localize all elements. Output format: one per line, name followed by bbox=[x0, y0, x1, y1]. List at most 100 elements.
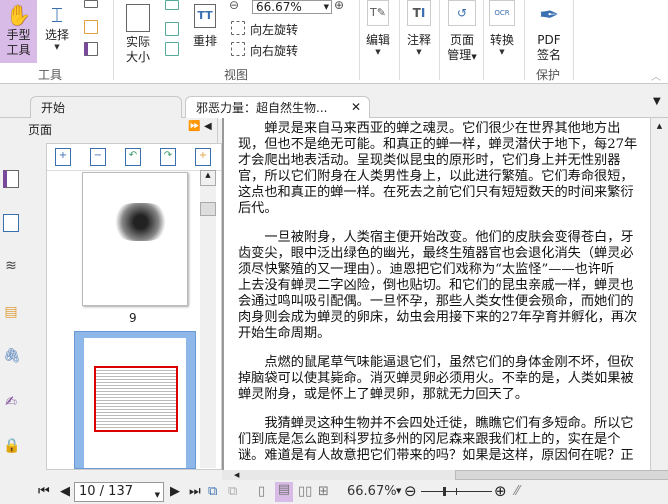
layers-icon[interactable]: ≋ bbox=[3, 258, 19, 276]
facing-pages-icon[interactable]: ▯▯ bbox=[298, 484, 312, 499]
tab-document[interactable]: 邪恶力量：超自然生物... ✕ bbox=[185, 96, 370, 119]
page-number-input[interactable]: 10 / 137 ▼ bbox=[74, 482, 164, 502]
convert-button[interactable]: OCR 转换 ▼ bbox=[488, 0, 516, 56]
insert-page-icon[interactable]: + bbox=[195, 148, 211, 166]
zoom-slider-thumb[interactable] bbox=[443, 487, 446, 496]
document-view[interactable]: 蝉灵是来自马来西亚的蝉之魂灵。它们很少在世界其他地方出 现，但也不是绝无可能。和真… bbox=[222, 118, 650, 470]
snapshot-icon[interactable] bbox=[84, 0, 98, 8]
text-line: 官，所以它们附身在人类男性身上，以此进行繁殖。它们寿命很短， bbox=[238, 169, 634, 184]
text-line: 们到底是怎么跑到科罗拉多州的冈尼森来跟我们杠上的，实在是个 bbox=[238, 432, 621, 447]
close-icon[interactable]: ✕ bbox=[351, 100, 361, 114]
zoom-in-button[interactable]: ⊕ bbox=[494, 482, 507, 500]
zoom-input[interactable]: 66.67% ▼ bbox=[252, 0, 332, 14]
rotate-page-left-icon[interactable]: ↶ bbox=[125, 148, 141, 166]
document-paragraph: 蝉灵是来自马来西亚的蝉之魂灵。它们很少在世界其他地方出 现，但也不是绝无可能。和真… bbox=[238, 121, 648, 217]
security-lock-icon[interactable]: 🔒 bbox=[3, 438, 20, 456]
page-management-label: 页面 bbox=[449, 33, 474, 47]
resize-grip-icon[interactable]: ⁄⁄ bbox=[515, 484, 519, 499]
attachments-icon[interactable]: 🖇 bbox=[3, 348, 21, 366]
page-rotate-icon: ↺ bbox=[448, 0, 476, 26]
pdf-sign-label: PDF bbox=[537, 33, 561, 47]
pages-icon[interactable] bbox=[3, 214, 19, 232]
signatures-icon[interactable]: ✍ bbox=[3, 394, 19, 412]
clipboard-icon[interactable] bbox=[84, 20, 98, 34]
pen-signature-icon: ✒ bbox=[538, 1, 560, 29]
first-page-icon[interactable]: ⏮ bbox=[38, 484, 50, 499]
edit-button[interactable]: T✎ 编辑 ▼ bbox=[364, 0, 392, 56]
page-management-button[interactable]: ↺ 页面 管理▼ bbox=[444, 0, 480, 65]
continuous-page-icon[interactable]: ▤ bbox=[275, 482, 293, 502]
page-thumbnail-9[interactable] bbox=[82, 172, 188, 306]
text-line: 须尽快繁殖的又一理由）。迪恩把它们戏称为“太监怪”——也许听 bbox=[238, 262, 615, 277]
zoom-out-button[interactable]: ⊖ bbox=[404, 482, 417, 500]
page-thumbnail-10-selected[interactable] bbox=[74, 331, 196, 469]
chevron-down-icon: ▼ bbox=[154, 491, 160, 499]
tab-list-dropdown-icon[interactable]: ▼ bbox=[653, 96, 661, 107]
document-paragraph: 一旦被附身，人类宿主便开始改变。他们的皮肤会变得苍白，牙 齿变尖，眼中泛出绿色的幽… bbox=[238, 230, 648, 342]
reflow-button[interactable]: TT 重排 bbox=[190, 4, 220, 49]
last-page-icon[interactable]: ⏭ bbox=[189, 484, 201, 499]
fit-page-icon[interactable] bbox=[165, 22, 179, 36]
text-line: 谜。难道是有人故意把它们带来的吗？如果是这样，原因何在呢？正 bbox=[238, 448, 634, 463]
convert-label: 转换 bbox=[489, 33, 514, 47]
rotate-page-right-icon[interactable]: ↷ bbox=[160, 148, 176, 166]
horizontal-scroll-thumb[interactable] bbox=[455, 470, 668, 480]
select-button[interactable]: ⌶ 选择 ▼ bbox=[42, 4, 72, 51]
vertical-scrollbar[interactable]: ▲ bbox=[650, 118, 668, 470]
actual-size-button[interactable]: 实际 大小 bbox=[120, 4, 156, 65]
chevron-down-icon: ▼ bbox=[416, 48, 422, 56]
reduce-thumbnail-icon[interactable]: − bbox=[90, 148, 106, 166]
scroll-left-icon[interactable]: ◀ bbox=[234, 471, 240, 479]
text-line: 上去没有蝉灵二字凶险，倒也贴切。和它们的昆虫亲戚一样，蝉灵也 bbox=[238, 278, 634, 293]
expand-panel-icon[interactable]: ⏩ bbox=[188, 121, 200, 132]
zoom-in-icon[interactable]: ⊕ bbox=[334, 0, 344, 12]
actual-size-label-2: 大小 bbox=[125, 50, 150, 64]
continuous-facing-icon[interactable]: ⊞ bbox=[318, 484, 329, 499]
zoom-dropdown-icon[interactable]: ▼ bbox=[396, 487, 401, 495]
next-page-icon[interactable]: ▶ bbox=[170, 484, 180, 499]
chevron-down-icon: ▼ bbox=[54, 43, 60, 51]
rotate-left-button[interactable]: 向左旋转 bbox=[250, 21, 298, 38]
scroll-thumb[interactable] bbox=[200, 202, 216, 216]
text-comment-icon: TI bbox=[407, 0, 431, 26]
horizontal-scrollbar[interactable]: ◀ bbox=[222, 470, 668, 480]
zoom-out-icon[interactable]: ⊖ bbox=[229, 0, 239, 12]
next-view-icon[interactable]: ⧉ bbox=[228, 484, 237, 499]
thumbnail-area: + − ↶ ↷ + 9 bbox=[46, 143, 222, 470]
bookmark-page-icon[interactable] bbox=[84, 42, 98, 56]
text-line: 肉身则会成为蝉灵的卵床，幼虫会用接下来的27年孕育并孵化，再次 bbox=[238, 310, 638, 325]
fit-visible-icon[interactable] bbox=[165, 42, 179, 56]
bookmarks-icon[interactable] bbox=[3, 170, 19, 188]
previous-page-icon[interactable]: ◀ bbox=[60, 484, 70, 499]
document-paragraph: 点燃的鼠尾草气味能逼退它们，虽然它们的身体金刚不坏，但砍 掉脑袋可以使其毙命。消灭… bbox=[238, 355, 648, 403]
scroll-up-icon[interactable]: ▲ bbox=[651, 118, 668, 134]
scroll-up-icon[interactable]: ▲ bbox=[200, 170, 216, 186]
comments-icon[interactable]: ▤ bbox=[3, 304, 19, 322]
pdf-sign-button[interactable]: ✒ PDF 签名 bbox=[532, 0, 566, 63]
rotate-right-button[interactable]: 向右旋转 bbox=[250, 42, 298, 59]
status-bar: ⏮ ◀ 10 / 137 ▼ ▶ ⏭ ⧉ ⧉ ▯ ▤ ▯▯ ⊞ 66.67% ▼… bbox=[0, 480, 668, 504]
zoom-slider[interactable] bbox=[421, 487, 492, 496]
ocr-icon: OCR bbox=[489, 0, 515, 26]
text-line: 开始生命周期。 bbox=[238, 326, 331, 341]
collapse-panel-icon[interactable]: ◀ bbox=[204, 121, 212, 132]
view-group-label: 视图 bbox=[224, 68, 249, 82]
visible-area-indicator[interactable] bbox=[94, 366, 178, 432]
thumbnail-scrollbar[interactable]: ▲ bbox=[200, 170, 216, 468]
comment-button[interactable]: TI 注释 ▼ bbox=[404, 0, 434, 56]
pdf-sign-label-2: 签名 bbox=[536, 48, 561, 62]
tab-start[interactable]: 开始 bbox=[30, 96, 182, 118]
collapse-ribbon-icon[interactable]: ︿ bbox=[651, 68, 661, 83]
thumbnail-illustration bbox=[113, 203, 168, 241]
text-line: 蝉灵附身，或是怀上了蝉灵卵，那就无力回天了。 bbox=[238, 387, 529, 402]
fit-width-icon[interactable] bbox=[165, 0, 179, 10]
text-line: 后代。 bbox=[238, 201, 278, 216]
enlarge-thumbnail-icon[interactable]: + bbox=[55, 148, 71, 166]
hand-tool-button[interactable]: ✋ 手型 工具 bbox=[0, 0, 37, 63]
pages-panel: 页面 ⏩ ◀ + − ↶ ↷ + 9 ▲ bbox=[22, 118, 222, 470]
previous-view-icon[interactable]: ⧉ bbox=[208, 484, 217, 499]
single-page-icon[interactable]: ▯ bbox=[258, 484, 265, 499]
text-line: 我猜蝉灵这种生物并不会四处迁徙，瞧瞧它们有多短命。所以它 bbox=[238, 416, 634, 431]
hand-icon: ✋ bbox=[6, 3, 31, 27]
text-line: 齿变尖，眼中泛出绿色的幽光，最终生殖器官也会退化消失（蝉灵必 bbox=[238, 246, 634, 261]
